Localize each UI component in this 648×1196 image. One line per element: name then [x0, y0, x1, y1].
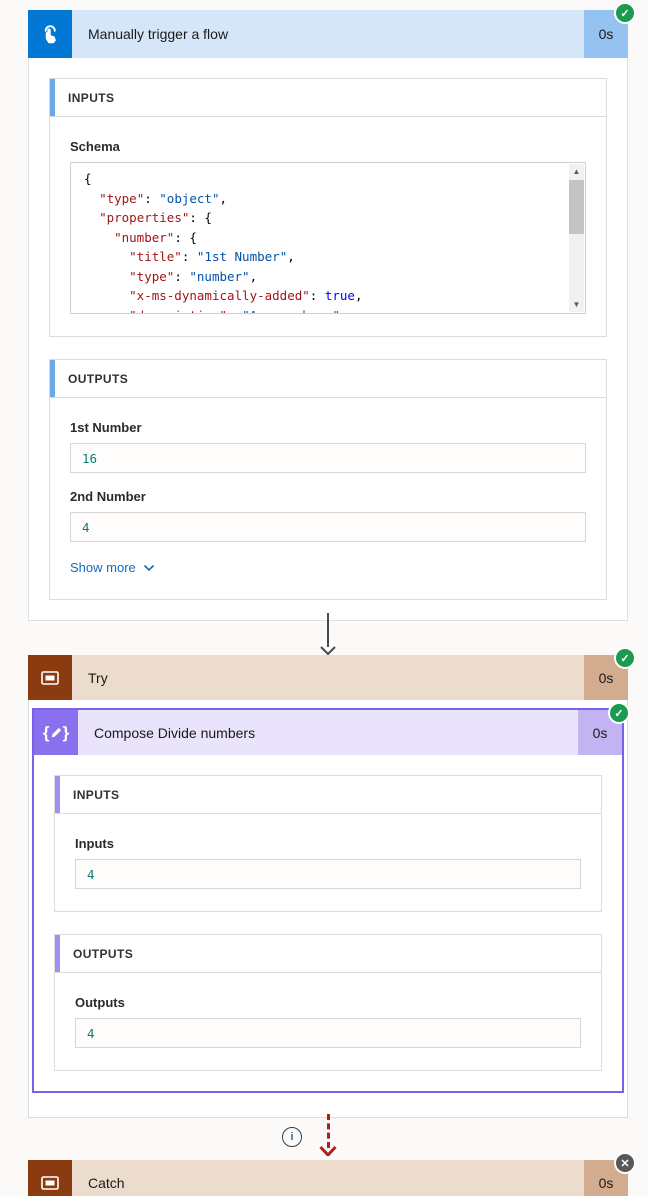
- panel-accent-bar: [50, 360, 55, 397]
- trigger-success-badge-icon: ✓: [614, 2, 636, 24]
- compose-braces-pencil-icon: {}: [34, 710, 78, 755]
- trigger-card: Manually trigger a flow 0s ✓ INPUTS Sche…: [28, 10, 628, 621]
- compose-inputs-panel: INPUTS Inputs 4: [54, 775, 602, 912]
- try-scope-body: {} Compose Divide numbers 0s ✓ INPUTS In…: [28, 700, 628, 1118]
- compose-inputs-panel-header: INPUTS: [55, 776, 601, 814]
- inputs-panel-label: INPUTS: [73, 788, 119, 802]
- output-field-value: 16: [70, 443, 586, 473]
- panel-accent-bar: [55, 776, 60, 813]
- compose-outputs-panel: OUTPUTS Outputs 4: [54, 934, 602, 1071]
- trigger-outputs-panel-body: 1st Number 16 2nd Number 4 Show more: [50, 398, 606, 599]
- outputs-panel-label: OUTPUTS: [73, 947, 133, 961]
- trigger-inputs-panel: INPUTS Schema { "type": "object", "prope…: [49, 78, 607, 337]
- catch-scope-card: Catch 0s ✕: [28, 1160, 628, 1196]
- trigger-outputs-panel: OUTPUTS 1st Number 16 2nd Number 4 Show …: [49, 359, 607, 600]
- trigger-card-body: INPUTS Schema { "type": "object", "prope…: [28, 58, 628, 621]
- try-success-badge-icon: ✓: [614, 647, 636, 669]
- trigger-card-header[interactable]: Manually trigger a flow 0s ✓: [28, 10, 628, 58]
- arrow-stem: [327, 613, 329, 647]
- compose-outputs-panel-header: OUTPUTS: [55, 935, 601, 973]
- compose-title: Compose Divide numbers: [78, 710, 578, 755]
- compose-card-body: INPUTS Inputs 4 OUTPUTS Outp: [34, 755, 622, 1091]
- chevron-down-icon: [143, 564, 155, 572]
- try-scope-header[interactable]: Try 0s ✓: [28, 655, 628, 700]
- output-field-label: Outputs: [75, 995, 581, 1010]
- panel-accent-bar: [50, 79, 55, 116]
- arrow-head-icon: [320, 646, 336, 655]
- schema-scrollbar[interactable]: ▲ ▼: [569, 164, 584, 312]
- catch-scope-title: Catch: [72, 1160, 584, 1196]
- dashed-arrow-head-icon: [319, 1146, 337, 1156]
- scrollbar-thumb[interactable]: [569, 180, 584, 234]
- connector-arrow-down: [320, 613, 336, 655]
- output-field-label: 2nd Number: [70, 489, 586, 504]
- input-field-value: 4: [75, 859, 581, 889]
- scope-icon: [28, 655, 72, 700]
- schema-label: Schema: [70, 139, 586, 154]
- output-field-value: 4: [75, 1018, 581, 1048]
- compose-card-header[interactable]: {} Compose Divide numbers 0s ✓: [34, 710, 622, 755]
- flow-run-canvas: Manually trigger a flow 0s ✓ INPUTS Sche…: [0, 0, 648, 1196]
- outputs-panel-label: OUTPUTS: [68, 372, 128, 386]
- try-scope-title: Try: [72, 655, 584, 700]
- failed-path-arrow-down: [320, 1114, 336, 1156]
- input-field-label: Inputs: [75, 836, 581, 851]
- show-more-link[interactable]: Show more: [70, 560, 155, 575]
- try-scope-card: Try 0s ✓ {} Compose Divide numbers 0s ✓: [28, 655, 628, 1118]
- inputs-panel-label: INPUTS: [68, 91, 114, 105]
- output-field-value: 4: [70, 512, 586, 542]
- schema-code-viewer[interactable]: { "type": "object", "properties": { "num…: [70, 162, 586, 314]
- scrollbar-down-icon[interactable]: ▼: [569, 297, 584, 312]
- trigger-inputs-panel-header: INPUTS: [50, 79, 606, 117]
- scrollbar-up-icon[interactable]: ▲: [569, 164, 584, 179]
- show-more-label: Show more: [70, 560, 136, 575]
- schema-code-lines: { "type": "object", "properties": { "num…: [71, 163, 585, 314]
- dashed-arrow-stem: [327, 1114, 330, 1148]
- panel-accent-bar: [55, 935, 60, 972]
- compose-outputs-panel-body: Outputs 4: [55, 973, 601, 1070]
- output-field-label: 1st Number: [70, 420, 586, 435]
- run-after-info-icon[interactable]: i: [282, 1127, 302, 1147]
- compose-success-badge-icon: ✓: [608, 702, 630, 724]
- catch-scope-header[interactable]: Catch 0s ✕: [28, 1160, 628, 1196]
- manual-trigger-touch-icon: [28, 10, 72, 58]
- compose-inputs-panel-body: Inputs 4: [55, 814, 601, 911]
- scope-icon: [28, 1160, 72, 1196]
- trigger-inputs-panel-body: Schema { "type": "object", "properties":…: [50, 117, 606, 336]
- trigger-title: Manually trigger a flow: [72, 10, 584, 58]
- trigger-outputs-panel-header: OUTPUTS: [50, 360, 606, 398]
- compose-card: {} Compose Divide numbers 0s ✓ INPUTS In…: [32, 708, 624, 1093]
- catch-skipped-badge-icon: ✕: [614, 1152, 636, 1174]
